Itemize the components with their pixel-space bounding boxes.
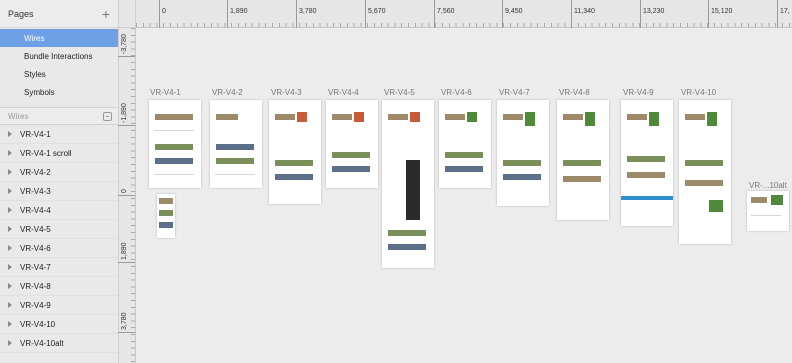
ruler-mark: 1,890 <box>121 242 128 260</box>
artboard-item[interactable]: VR-V4-2 <box>0 163 118 182</box>
artboard-label[interactable]: VR-V4-9 <box>623 88 654 97</box>
pages-list: Wires Bundle Interactions Styles Symbols <box>0 28 118 101</box>
artboard[interactable] <box>679 100 731 244</box>
artboard-list: VR-V4-1 VR-V4-1 scroll VR-V4-2 VR-V4-3 V… <box>0 125 118 353</box>
horizontal-ruler[interactable]: 0 1,890 3,780 5,670 7,560 9,450 11,340 1… <box>136 0 792 28</box>
add-page-icon[interactable]: + <box>102 7 110 21</box>
ruler-mark: 3,780 <box>121 312 128 330</box>
disclosure-triangle-icon[interactable] <box>8 150 12 156</box>
artboard-item-label: VR-V4-3 <box>20 186 51 196</box>
artboard-item-label: VR-V4-4 <box>20 205 51 215</box>
page-item-bundle-interactions[interactable]: Bundle Interactions <box>0 47 118 65</box>
page-item-wires[interactable]: Wires <box>0 29 118 47</box>
ruler-mark: 3,780 <box>296 0 317 28</box>
artboard-label[interactable]: VR-V4-3 <box>271 88 302 97</box>
pages-title: Pages <box>8 8 34 19</box>
artboard[interactable] <box>439 100 491 188</box>
artboard-item-label: VR-V4-2 <box>20 167 51 177</box>
design-canvas[interactable]: VR-V4-1 VR-V4-2 VR-V4-3 VR-V4-4 VR-V4-5 <box>137 29 792 363</box>
artboard[interactable] <box>210 100 262 188</box>
disclosure-triangle-icon[interactable] <box>8 340 12 346</box>
artboard-scroll[interactable] <box>157 194 175 238</box>
artboard-item[interactable]: VR-V4-8 <box>0 277 118 296</box>
artboard-item-label: VR-V4-1 scroll <box>20 148 72 158</box>
artboard-item-label: VR-V4-10 <box>20 319 56 329</box>
disclosure-triangle-icon[interactable] <box>8 264 12 270</box>
layers-sidebar: Pages + Wires Bundle Interactions Styles… <box>0 0 119 363</box>
disclosure-triangle-icon[interactable] <box>8 245 12 251</box>
artboard-item-label: VR-V4-6 <box>20 243 51 253</box>
ruler-corner <box>119 0 136 28</box>
ruler-mark: 15,120 <box>707 0 733 28</box>
ruler-mark: 0 <box>159 0 166 28</box>
artboard-item-label: VR-V4-9 <box>20 300 51 310</box>
artboard-label[interactable]: VR-...10alt <box>749 181 787 190</box>
layers-section-header: Wires <box>0 107 118 125</box>
page-item-styles[interactable]: Styles <box>0 65 118 83</box>
ruler-mark: 17, <box>777 0 790 28</box>
artboard[interactable] <box>621 100 673 226</box>
artboard-item[interactable]: VR-V4-3 <box>0 182 118 201</box>
artboard[interactable] <box>149 100 201 188</box>
disclosure-triangle-icon[interactable] <box>8 302 12 308</box>
artboard-label[interactable]: VR-V4-7 <box>499 88 530 97</box>
collapse-icon[interactable] <box>103 111 112 121</box>
ruler-mark: 1,890 <box>227 0 248 28</box>
page-item-symbols[interactable]: Symbols <box>0 83 118 101</box>
artboard-item-label: VR-V4-7 <box>20 262 51 272</box>
artboard[interactable] <box>557 100 609 220</box>
artboard-label[interactable]: VR-V4-10 <box>681 88 716 97</box>
artboard-item-label: VR-V4-5 <box>20 224 51 234</box>
ruler-mark: 11,340 <box>571 0 595 28</box>
ruler-mark: 13,230 <box>639 0 665 28</box>
artboard[interactable] <box>747 191 789 231</box>
ruler-mark: 7,560 <box>434 0 455 28</box>
artboard-label[interactable]: VR-V4-5 <box>384 88 415 97</box>
artboard[interactable] <box>382 100 434 268</box>
vertical-ruler[interactable]: -3,780 -1,890 0 1,890 3,780 <box>119 28 136 363</box>
artboard[interactable] <box>269 100 321 204</box>
artboard-item[interactable]: VR-V4-4 <box>0 201 118 220</box>
artboard-item-label: VR-V4-8 <box>20 281 51 291</box>
artboard-label[interactable]: VR-V4-6 <box>441 88 472 97</box>
ruler-mark: -1,890 <box>121 103 128 123</box>
artboard-label[interactable]: VR-V4-1 <box>150 88 181 97</box>
artboard-label[interactable]: VR-V4-4 <box>328 88 359 97</box>
artboard-item[interactable]: VR-V4-10 <box>0 315 118 334</box>
ruler-mark: 9,450 <box>502 0 523 28</box>
disclosure-triangle-icon[interactable] <box>8 207 12 213</box>
disclosure-triangle-icon[interactable] <box>8 188 12 194</box>
artboard-item[interactable]: VR-V4-1 <box>0 125 118 144</box>
ruler-mark: 5,670 <box>365 0 386 28</box>
disclosure-triangle-icon[interactable] <box>8 169 12 175</box>
disclosure-triangle-icon[interactable] <box>8 226 12 232</box>
artboard-item[interactable]: VR-V4-10alt <box>0 334 118 353</box>
ruler-mark: -3,780 <box>121 34 128 54</box>
artboard-item[interactable]: VR-V4-1 scroll <box>0 144 118 163</box>
disclosure-triangle-icon[interactable] <box>8 321 12 327</box>
artboard[interactable] <box>326 100 378 188</box>
disclosure-triangle-icon[interactable] <box>8 131 12 137</box>
artboard-item[interactable]: VR-V4-6 <box>0 239 118 258</box>
artboard-item[interactable]: VR-V4-5 <box>0 220 118 239</box>
artboard-item-label: VR-V4-1 <box>20 129 51 139</box>
artboard[interactable] <box>497 100 549 206</box>
disclosure-triangle-icon[interactable] <box>8 283 12 289</box>
artboard-item[interactable]: VR-V4-7 <box>0 258 118 277</box>
artboard-item-label: VR-V4-10alt <box>20 338 64 348</box>
layers-section-title: Wires <box>8 111 29 121</box>
pages-header: Pages + <box>0 0 118 28</box>
artboard-label[interactable]: VR-V4-2 <box>212 88 243 97</box>
artboard-label[interactable]: VR-V4-8 <box>559 88 590 97</box>
ruler-mark: 0 <box>121 189 128 193</box>
artboard-item[interactable]: VR-V4-9 <box>0 296 118 315</box>
